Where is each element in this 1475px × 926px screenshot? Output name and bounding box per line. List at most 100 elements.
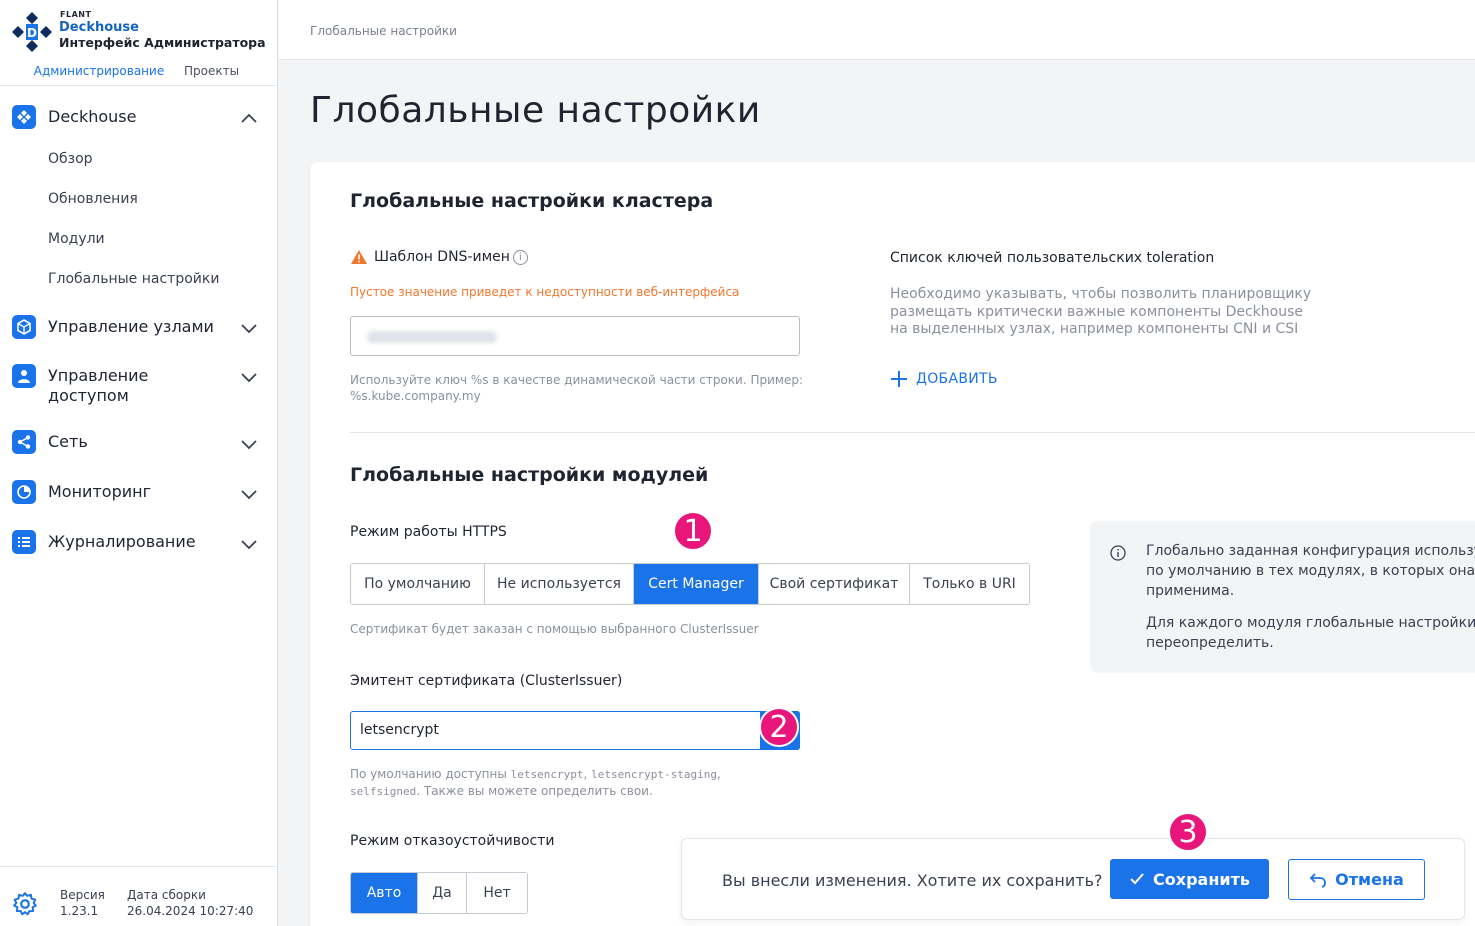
dns-hint-line-1: Используйте ключ %s в качестве динамичес… — [350, 373, 804, 387]
ha-option-auto[interactable]: Авто — [351, 873, 418, 913]
https-option-custom-cert[interactable]: Свой сертификат — [759, 564, 910, 604]
info-icon[interactable]: i — [512, 249, 528, 265]
cancel-button[interactable]: Отмена — [1288, 859, 1425, 900]
section-divider — [350, 432, 1475, 433]
ha-option-no[interactable]: Нет — [467, 873, 527, 913]
info-text-4: Для каждого модуля глобальные настройки … — [1146, 615, 1475, 631]
tolerations-description-2: размещать критически важные компоненты D… — [890, 304, 1303, 320]
info-text-1: Глобально заданная конфигурация использу… — [1146, 543, 1475, 559]
hint-text: . Также вы можете определить свои. — [416, 784, 653, 798]
version-value: 1.23.1 — [60, 904, 99, 918]
annotation-badge-2: 2 — [759, 707, 799, 747]
logo-company: FLANT — [60, 10, 92, 19]
sidebar-footer: Версия 1.23.1 Дата сборки 26.04.2024 10:… — [0, 866, 277, 926]
chevron-down-icon[interactable] — [239, 318, 259, 338]
dns-template-input[interactable] — [350, 316, 800, 356]
chevron-down-icon[interactable] — [239, 367, 259, 387]
cluster-issuer-value: letsencrypt — [360, 722, 439, 738]
info-text-2: по умолчанию в тех модулях, в которых он… — [1146, 563, 1475, 579]
svg-text:D: D — [27, 26, 37, 40]
dns-template-label-row: Шаблон DNS-имен i — [350, 249, 528, 265]
info-text-3: применима. — [1146, 583, 1235, 599]
logo-subtitle: Интерфейс Администратора — [59, 35, 266, 50]
deckhouse-icon — [12, 105, 36, 129]
annotation-badge-3: 3 — [1168, 812, 1208, 852]
build-date-value: 26.04.2024 10:27:40 — [127, 904, 254, 918]
warning-icon — [351, 250, 367, 264]
cluster-issuer-hint: По умолчанию доступны letsencrypt, letse… — [350, 766, 721, 800]
tabs-divider — [0, 85, 277, 86]
share-icon — [12, 430, 36, 454]
dns-warning-text: Пустое значение приведет к недоступности… — [350, 285, 740, 299]
tolerations-description-3: на выделенных узлах, например компоненты… — [890, 321, 1299, 337]
https-hint: Сертификат будет заказан с помощью выбра… — [350, 622, 759, 636]
annotation-badge-1: 1 — [673, 511, 713, 551]
save-changes-bar: Вы внесли изменения. Хотите их сохранить… — [681, 838, 1465, 920]
deckhouse-logo-icon: D — [12, 12, 52, 52]
ha-mode-label: Режим отказоустойчивости — [350, 833, 555, 849]
blurred-value — [367, 331, 497, 343]
ha-option-yes[interactable]: Да — [418, 873, 467, 913]
info-panel: Глобально заданная конфигурация использу… — [1090, 521, 1475, 673]
breadcrumb[interactable]: Глобальные настройки — [310, 24, 457, 38]
sidebar-tabs: Администрирование Проекты — [0, 62, 277, 86]
hint-code: letsencrypt-staging — [591, 768, 718, 781]
sidebar-group-label: Управление доступом — [48, 366, 149, 405]
sidebar-group-label: Журналирование — [48, 532, 196, 551]
hint-code: letsencrypt — [510, 768, 584, 781]
tab-administration[interactable]: Администрирование — [26, 64, 172, 86]
sidebar-group-label: Мониторинг — [48, 482, 151, 501]
user-icon — [12, 364, 36, 388]
https-option-cert-manager[interactable]: Cert Manager — [634, 564, 759, 604]
info-icon — [1110, 545, 1126, 561]
cluster-settings-title: Глобальные настройки кластера — [350, 190, 714, 212]
add-toleration-label: ДОБАВИТЬ — [916, 371, 998, 387]
add-toleration-button[interactable]: ДОБАВИТЬ — [890, 370, 998, 388]
sidebar-item-overview[interactable]: Обзор — [48, 151, 93, 167]
tolerations-label: Список ключей пользовательских toleratio… — [890, 250, 1215, 266]
https-option-disabled[interactable]: Не используется — [485, 564, 634, 604]
dns-hint-line-2: %s.kube.company.my — [350, 389, 481, 403]
sidebar-group-label: Сеть — [48, 432, 88, 451]
sidebar: D FLANT Deckhouse Интерфейс Администрато… — [0, 0, 278, 926]
cluster-issuer-select[interactable]: letsencrypt — [350, 711, 800, 750]
save-button[interactable]: Сохранить — [1110, 859, 1269, 899]
cube-icon — [12, 315, 36, 339]
https-mode-selector: По умолчанию Не используется Cert Manage… — [350, 563, 1030, 605]
modules-settings-title: Глобальные настройки модулей — [350, 464, 709, 486]
ha-mode-selector: Авто Да Нет — [350, 872, 528, 914]
sidebar-item-global-settings[interactable]: Глобальные настройки — [48, 271, 219, 287]
sidebar-item-modules[interactable]: Модули — [48, 231, 105, 247]
check-icon — [1130, 873, 1144, 885]
top-bar: Глобальные настройки — [279, 0, 1475, 60]
sidebar-item-updates[interactable]: Обновления — [48, 191, 138, 207]
list-icon — [12, 530, 36, 554]
build-date-label: Дата сборки — [127, 888, 206, 902]
https-option-uri-only[interactable]: Только в URI — [910, 564, 1029, 604]
logo[interactable]: D FLANT Deckhouse Интерфейс Администрато… — [12, 10, 272, 54]
chevron-down-icon[interactable] — [239, 534, 259, 554]
dns-template-label: Шаблон DNS-имен — [374, 249, 510, 265]
tolerations-description-1: Необходимо указывать, чтобы позволить пл… — [890, 286, 1312, 302]
logo-product: Deckhouse — [59, 20, 139, 35]
cancel-button-label: Отмена — [1335, 870, 1404, 889]
https-mode-label: Режим работы HTTPS — [350, 524, 507, 540]
chevron-up-icon[interactable] — [239, 109, 259, 129]
chevron-down-icon[interactable] — [239, 484, 259, 504]
gear-icon[interactable] — [12, 891, 38, 917]
save-question: Вы внесли изменения. Хотите их сохранить… — [722, 871, 1103, 890]
chevron-down-icon[interactable] — [239, 434, 259, 454]
sidebar-group-label: Управление узлами — [48, 317, 214, 336]
hint-text: , — [717, 767, 721, 781]
https-option-default[interactable]: По умолчанию — [351, 564, 485, 604]
version-label: Версия — [60, 888, 105, 902]
page-title: Глобальные настройки — [310, 90, 761, 131]
info-text-5: переопределить. — [1146, 635, 1274, 651]
pie-icon — [12, 480, 36, 504]
cluster-issuer-label: Эмитент сертификата (ClusterIssuer) — [350, 673, 623, 689]
plus-icon — [891, 371, 907, 387]
tab-projects[interactable]: Проекты — [184, 64, 239, 86]
undo-icon — [1309, 872, 1327, 888]
sidebar-group-label: Deckhouse — [48, 107, 137, 126]
save-button-label: Сохранить — [1153, 869, 1250, 889]
